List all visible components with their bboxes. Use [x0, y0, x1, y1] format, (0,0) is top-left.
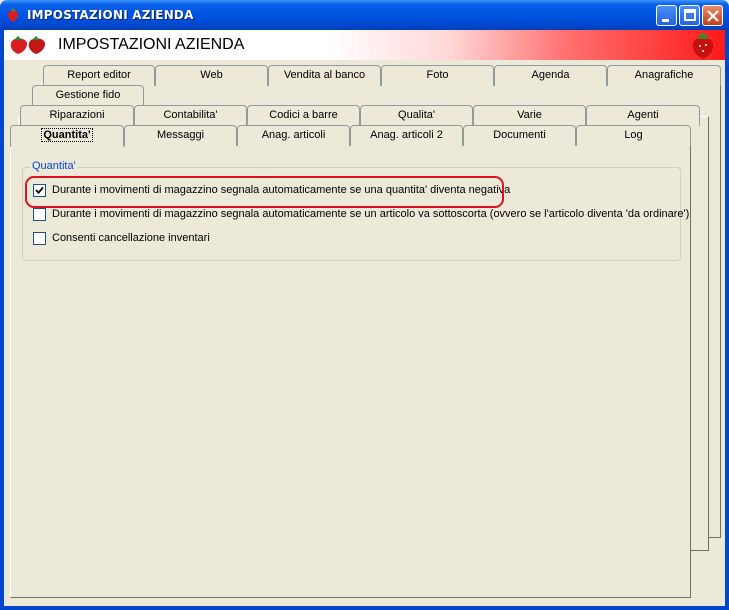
close-button[interactable] — [702, 5, 723, 26]
tab-qualita[interactable]: Qualita' — [360, 105, 473, 126]
checkbox-under-stock[interactable] — [33, 207, 46, 221]
tab-agenda[interactable]: Agenda — [494, 65, 607, 86]
tab-vendita-al-banco[interactable]: Vendita al banco — [268, 65, 381, 86]
option-delete-inventories[interactable]: Consenti cancellazione inventari — [33, 231, 210, 245]
maximize-icon — [684, 9, 696, 21]
tab-foto[interactable]: Foto — [381, 65, 494, 86]
tab-label: Anag. articoli 2 — [370, 129, 443, 141]
tab-label: Report editor — [67, 69, 131, 81]
tab-label: Agenda — [531, 69, 570, 81]
tab-label: Vendita al banco — [283, 69, 366, 81]
minimize-icon — [662, 19, 669, 22]
checkbox-delete-inventories[interactable] — [33, 231, 46, 245]
tab-label: Anagrafiche — [634, 69, 694, 81]
tab-label: Varie — [517, 109, 542, 121]
tab-documenti[interactable]: Documenti — [463, 125, 576, 146]
tab-varie[interactable]: Varie — [473, 105, 586, 126]
tab-label: Contabilita' — [163, 109, 218, 121]
banner-title: IMPOSTAZIONI AZIENDA — [58, 36, 245, 53]
tab-riparazioni[interactable]: Riparazioni — [20, 105, 134, 126]
tab-label: Gestione fido — [55, 89, 121, 101]
close-icon — [707, 10, 719, 22]
window-title-bar[interactable]: IMPOSTAZIONI AZIENDA — [0, 0, 729, 30]
maximize-button[interactable] — [679, 5, 700, 26]
group-label: Quantita' — [30, 160, 78, 172]
header-banner: IMPOSTAZIONI AZIENDA — [4, 30, 725, 60]
tab-codici-a-barre[interactable]: Codici a barre — [247, 105, 360, 126]
option-label: Durante i movimenti di magazzino segnala… — [52, 208, 690, 220]
option-under-stock[interactable]: Durante i movimenti di magazzino segnala… — [33, 207, 689, 221]
tab-label: Agenti — [627, 109, 659, 121]
tab-web[interactable]: Web — [155, 65, 268, 86]
tab-agenti[interactable]: Agenti — [586, 105, 700, 126]
tab-label: Anag. articoli — [261, 129, 326, 141]
tab-label: Messaggi — [156, 129, 205, 141]
tab-quantita[interactable]: Quantita' — [10, 125, 124, 147]
strawberries-logo-icon — [10, 36, 46, 54]
minimize-button[interactable] — [656, 5, 677, 26]
strawberry-decoration-icon — [692, 32, 714, 59]
window-title: IMPOSTAZIONI AZIENDA — [27, 8, 194, 22]
red-highlight-annotation — [25, 176, 504, 208]
tab-gestione-fido[interactable]: Gestione fido — [32, 85, 144, 106]
tab-label: Web — [200, 69, 223, 81]
tab-label: Qualita' — [398, 109, 435, 121]
tab-contabilita[interactable]: Contabilita' — [134, 105, 247, 126]
tab-report-editor[interactable]: Report editor — [43, 65, 155, 86]
tab-log[interactable]: Log — [576, 125, 691, 146]
tab-label: Documenti — [493, 129, 546, 141]
tab-label: Log — [624, 129, 643, 141]
tab-label: Codici a barre — [269, 109, 338, 121]
tab-label: Riparazioni — [49, 109, 105, 121]
tab-anag-articoli[interactable]: Anag. articoli — [237, 125, 350, 146]
tab-anag-articoli-2[interactable]: Anag. articoli 2 — [350, 125, 463, 146]
tab-anagrafiche[interactable]: Anagrafiche — [607, 65, 721, 86]
tab-label: Foto — [426, 69, 449, 81]
tab-label: Quantita' — [41, 128, 93, 142]
strawberry-icon — [8, 8, 18, 22]
option-label: Consenti cancellazione inventari — [52, 232, 210, 244]
tab-messaggi[interactable]: Messaggi — [124, 125, 237, 146]
